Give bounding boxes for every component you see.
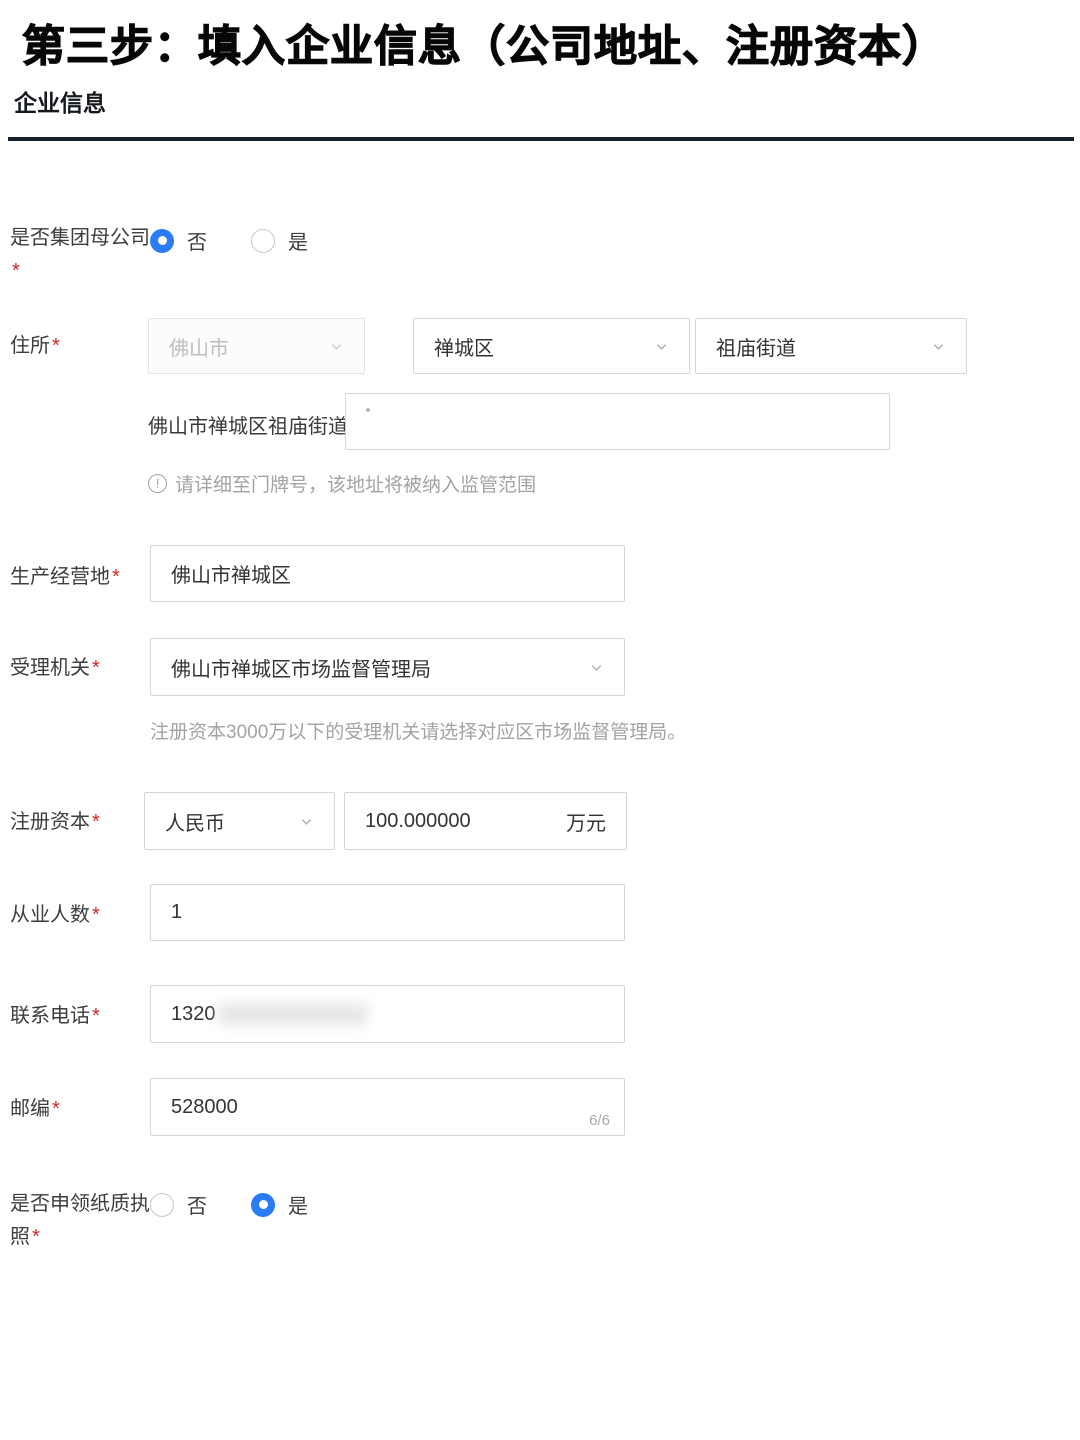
district-select[interactable]: 禅城区: [413, 318, 690, 374]
phone-input[interactable]: 1320: [150, 985, 625, 1043]
required-asterisk: *: [110, 566, 120, 588]
capital-amount-value: 100.000000: [365, 810, 566, 833]
city-select[interactable]: 佛山市: [148, 318, 365, 374]
radio-group-parent-no[interactable]: [150, 229, 174, 253]
radio-label-no[interactable]: 否: [187, 1190, 207, 1219]
info-icon: !: [148, 474, 167, 493]
district-select-value: 禅城区: [434, 332, 654, 361]
city-select-value: 佛山市: [169, 332, 329, 361]
field-label-group-parent: 是否集团母公司 *: [10, 222, 156, 288]
field-label-text: 邮编: [10, 1098, 50, 1120]
page-title: 第三步：填入企业信息（公司地址、注册资本）: [22, 12, 946, 74]
required-asterisk: *: [30, 1226, 40, 1248]
radio-group-parent-yes[interactable]: [251, 229, 275, 253]
field-label-accepting-authority: 受理机关*: [10, 652, 156, 685]
required-asterisk: *: [50, 1098, 60, 1120]
required-asterisk: *: [10, 260, 20, 282]
required-asterisk: *: [90, 811, 100, 833]
required-asterisk: *: [50, 335, 60, 357]
business-location-input[interactable]: 佛山市禅城区: [150, 545, 625, 602]
field-label-text: 是否集团母公司: [10, 227, 150, 249]
phone-value: 1320: [171, 1003, 216, 1026]
redacted-content: [218, 1003, 368, 1025]
street-select-value: 祖庙街道: [716, 332, 931, 361]
address-hint-text: 请详细至门牌号，该地址将被纳入监管范围: [175, 470, 536, 497]
postcode-value: 528000: [171, 1096, 604, 1119]
section-divider: [8, 137, 1074, 141]
field-label-text: 生产经营地: [10, 566, 110, 588]
radio-label-no[interactable]: 否: [187, 226, 207, 255]
section-title: 企业信息: [14, 84, 106, 118]
field-label-text: 联系电话: [10, 1005, 90, 1027]
field-label-business-location: 生产经营地*: [10, 561, 156, 594]
radio-dot-icon: [259, 1200, 268, 1209]
address-detail-input[interactable]: [345, 393, 890, 450]
group-parent-radio-group: 否 是: [150, 226, 308, 255]
address-prefix: 佛山市禅城区祖庙街道: [148, 410, 348, 439]
field-label-phone: 联系电话*: [10, 1000, 156, 1033]
required-asterisk: *: [90, 657, 100, 679]
currency-select-value: 人民币: [165, 807, 299, 836]
field-label-employees: 从业人数*: [10, 899, 156, 932]
field-label-postcode: 邮编*: [10, 1093, 156, 1126]
chevron-down-icon: [654, 339, 669, 354]
employees-input[interactable]: 1: [150, 884, 625, 941]
currency-select[interactable]: 人民币: [144, 792, 335, 850]
char-counter: 6/6: [589, 1112, 610, 1129]
field-label-text: 受理机关: [10, 657, 90, 679]
field-label-text: 住所: [10, 335, 50, 357]
field-label-residence: 住所*: [10, 330, 156, 363]
capital-amount-input[interactable]: 100.000000 万元: [344, 792, 627, 850]
field-label-text: 注册资本: [10, 811, 90, 833]
radio-dot-icon: [158, 236, 167, 245]
field-label-registered-capital: 注册资本*: [10, 806, 156, 839]
chevron-down-icon: [589, 660, 604, 675]
chevron-down-icon: [931, 339, 946, 354]
redacted-content: [366, 408, 370, 412]
business-location-value: 佛山市禅城区: [171, 559, 604, 588]
radio-label-yes[interactable]: 是: [288, 226, 308, 255]
required-asterisk: *: [90, 904, 100, 926]
street-select[interactable]: 祖庙街道: [695, 318, 967, 374]
paper-license-radio-group: 否 是: [150, 1190, 308, 1219]
radio-label-yes[interactable]: 是: [288, 1190, 308, 1219]
accepting-authority-value: 佛山市禅城区市场监督管理局: [171, 653, 589, 682]
chevron-down-icon: [329, 339, 344, 354]
radio-paper-license-yes[interactable]: [251, 1193, 275, 1217]
required-asterisk: *: [90, 1005, 100, 1027]
accepting-authority-note: 注册资本3000万以下的受理机关请选择对应区市场监督管理局。: [150, 717, 686, 744]
address-hint: ! 请详细至门牌号，该地址将被纳入监管范围: [148, 470, 536, 497]
capital-unit-label: 万元: [566, 807, 606, 836]
radio-paper-license-no[interactable]: [150, 1193, 174, 1217]
field-label-text: 从业人数: [10, 904, 90, 926]
postcode-input[interactable]: 528000 6/6: [150, 1078, 625, 1136]
accepting-authority-select[interactable]: 佛山市禅城区市场监督管理局: [150, 638, 625, 696]
field-label-paper-license: 是否申领纸质执照*: [10, 1188, 156, 1254]
employees-value: 1: [171, 901, 604, 924]
chevron-down-icon: [299, 814, 314, 829]
